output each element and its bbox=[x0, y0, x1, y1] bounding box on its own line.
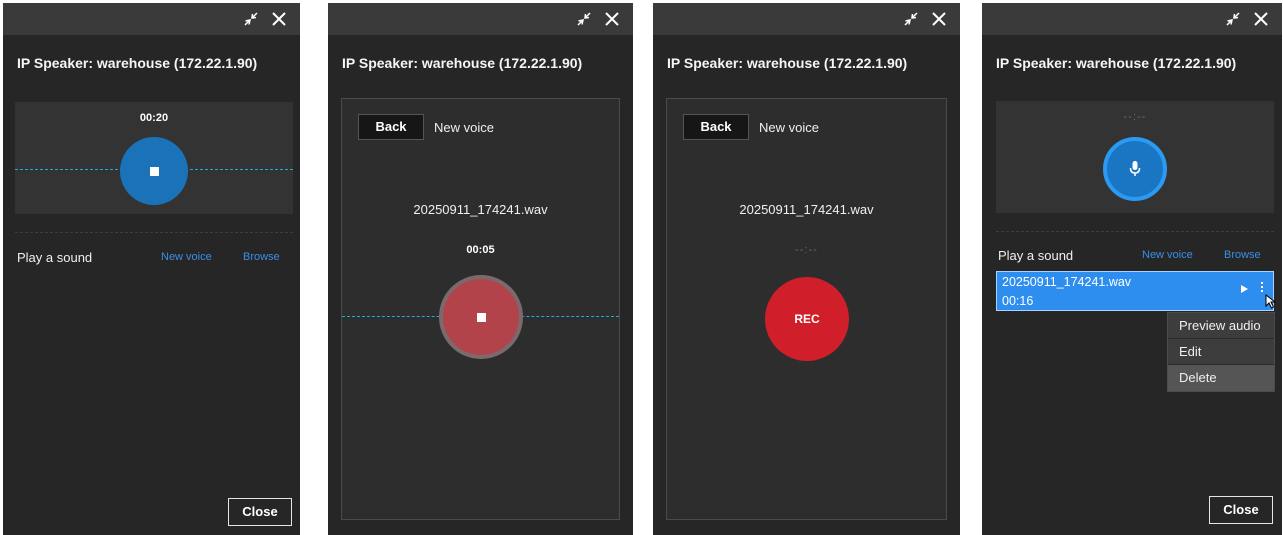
menu-item-preview-audio[interactable]: Preview audio bbox=[1168, 313, 1274, 339]
recording-timer: --:-- bbox=[1123, 111, 1147, 123]
record-label: REC bbox=[794, 312, 820, 326]
divider bbox=[996, 231, 1274, 232]
file-name: 20250911_174241.wav bbox=[413, 202, 548, 217]
sound-file-duration: 00:16 bbox=[1002, 294, 1034, 308]
recorder-area: 00:20 bbox=[15, 102, 293, 214]
title-bar bbox=[3, 3, 300, 35]
play-sound-label: Play a sound bbox=[17, 250, 93, 265]
sound-file-name: 20250911_174241.wav bbox=[1002, 275, 1132, 289]
speaker-dialog-file-list: IP Speaker: warehouse (172.22.1.90) --:-… bbox=[982, 3, 1282, 535]
file-name: 20250911_174241.wav bbox=[739, 202, 874, 217]
title-bar bbox=[328, 3, 633, 35]
new-voice-title: New voice bbox=[434, 120, 494, 135]
collapse-icon[interactable] bbox=[1222, 8, 1244, 30]
recording-timer: 00:05 bbox=[466, 244, 495, 256]
microphone-button[interactable] bbox=[1103, 137, 1167, 201]
recording-timer: --:-- bbox=[795, 244, 818, 256]
device-title: IP Speaker: warehouse (172.22.1.90) bbox=[17, 55, 258, 71]
back-button[interactable]: Back bbox=[358, 114, 424, 140]
speaker-dialog-recording: IP Speaker: warehouse (172.22.1.90) 00:2… bbox=[3, 3, 300, 535]
device-title: IP Speaker: warehouse (172.22.1.90) bbox=[996, 55, 1237, 71]
collapse-icon[interactable] bbox=[573, 8, 595, 30]
new-voice-link[interactable]: New voice bbox=[161, 251, 212, 263]
stop-icon bbox=[476, 312, 486, 322]
sound-file-row[interactable]: 20250911_174241.wav 00:16 bbox=[996, 271, 1277, 311]
speaker-dialog-new-voice-ready: IP Speaker: warehouse (172.22.1.90) Back… bbox=[653, 3, 960, 535]
speaker-dialog-new-voice-recording: IP Speaker: warehouse (172.22.1.90) Back… bbox=[328, 3, 633, 535]
stop-icon bbox=[149, 166, 159, 176]
play-sound-label: Play a sound bbox=[998, 248, 1074, 263]
file-context-menu: Preview audio Edit Delete bbox=[1167, 312, 1275, 392]
stop-button[interactable] bbox=[120, 137, 188, 205]
new-voice-link[interactable]: New voice bbox=[1142, 249, 1193, 261]
close-button[interactable]: Close bbox=[228, 498, 292, 526]
new-voice-frame: Back New voice 20250911_174241.wav 00:05 bbox=[341, 98, 620, 520]
browse-link[interactable]: Browse bbox=[243, 251, 280, 263]
close-icon[interactable] bbox=[1250, 8, 1272, 30]
recorder-area: --:-- bbox=[996, 101, 1274, 213]
stop-recording-button[interactable] bbox=[439, 275, 523, 359]
recording-timer: 00:20 bbox=[139, 112, 169, 124]
close-icon[interactable] bbox=[268, 8, 290, 30]
device-title: IP Speaker: warehouse (172.22.1.90) bbox=[667, 55, 908, 71]
new-voice-frame: Back New voice 20250911_174241.wav --:--… bbox=[666, 98, 947, 520]
title-bar bbox=[982, 3, 1282, 35]
cursor-icon bbox=[1265, 294, 1277, 309]
divider bbox=[15, 232, 293, 233]
device-title: IP Speaker: warehouse (172.22.1.90) bbox=[342, 55, 583, 71]
browse-link[interactable]: Browse bbox=[1224, 249, 1261, 261]
new-voice-title: New voice bbox=[759, 120, 819, 135]
close-icon[interactable] bbox=[601, 8, 623, 30]
collapse-icon[interactable] bbox=[240, 8, 262, 30]
collapse-icon[interactable] bbox=[900, 8, 922, 30]
close-icon[interactable] bbox=[928, 8, 950, 30]
title-bar bbox=[653, 3, 960, 35]
menu-item-delete[interactable]: Delete bbox=[1168, 365, 1274, 391]
play-icon[interactable] bbox=[1241, 285, 1248, 293]
close-button[interactable]: Close bbox=[1209, 496, 1273, 524]
back-button[interactable]: Back bbox=[683, 114, 749, 140]
record-button[interactable]: REC bbox=[765, 277, 849, 361]
mic-icon bbox=[1129, 161, 1141, 176]
menu-item-edit[interactable]: Edit bbox=[1168, 339, 1274, 365]
